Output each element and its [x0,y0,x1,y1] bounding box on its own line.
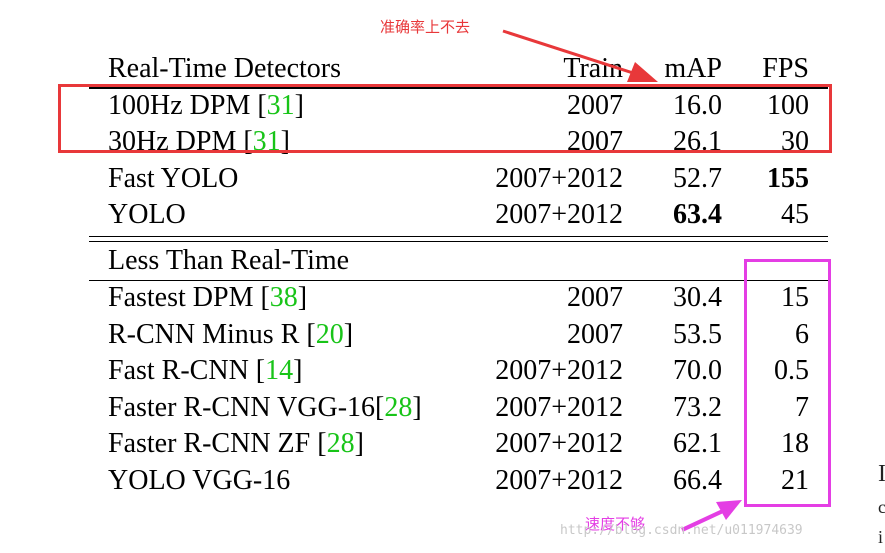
edge-text-fragment: I [878,461,885,487]
annotation-arrows [502,29,742,532]
edge-text-fragment: c [878,497,885,517]
accuracy-arrow [502,29,637,76]
speed-arrow-head [716,500,742,520]
edge-text-fragment: i [878,527,884,547]
accuracy-arrow-head [627,62,658,82]
watermark: http://blog.csdn.net/u011974639 [560,523,803,538]
